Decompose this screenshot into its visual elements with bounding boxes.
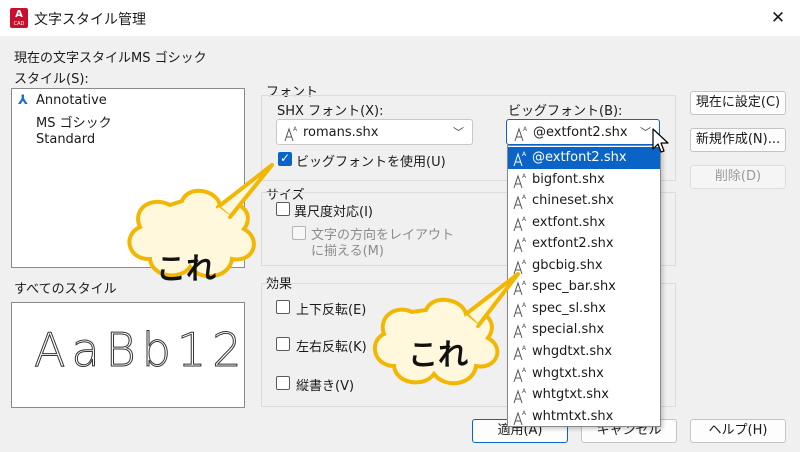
font-file-icon: A <box>513 237 527 253</box>
font-file-icon: A <box>513 151 527 167</box>
dropdown-option[interactable]: Awhgdtxt.shx <box>508 341 660 363</box>
match-orientation-label-2: に揃える(M) <box>311 244 384 259</box>
match-orientation-checkbox[interactable] <box>292 226 306 240</box>
dropdown-option[interactable]: Aextfont2.shx <box>508 233 660 255</box>
vertical-checkbox[interactable] <box>276 376 290 390</box>
use-bigfont-label: ビッグフォントを使用(U) <box>296 155 446 170</box>
dropdown-option-label: bigfont.shx <box>532 171 605 187</box>
dropdown-option[interactable]: Awhtgtxt.shx <box>508 384 660 406</box>
backwards-checkbox[interactable] <box>276 337 290 351</box>
chevron-down-icon: ﹀ <box>640 126 651 139</box>
use-bigfont-checkbox[interactable] <box>278 151 292 166</box>
svg-text:A: A <box>522 151 527 158</box>
upside-down-label: 上下反転(E) <box>296 303 367 318</box>
style-item-standard[interactable]: Standard <box>36 132 95 147</box>
annotative-label: 異尺度対応(I) <box>294 205 373 220</box>
help-button[interactable]: ヘルプ(H) <box>690 419 786 443</box>
dropdown-option-label: chineset.shx <box>532 193 614 209</box>
preview-box: AaBb12J <box>11 302 245 408</box>
dropdown-option[interactable]: Aextfont.shx <box>508 212 660 234</box>
dropdown-option-label: special.shx <box>532 322 605 338</box>
font-file-icon: A <box>513 216 527 231</box>
bigfont-combo[interactable]: A @extfont2.shx ﹀ <box>506 119 660 145</box>
svg-text:A: A <box>522 410 527 417</box>
dropdown-option-label: spec_bar.shx <box>532 279 616 295</box>
set-current-button[interactable]: 現在に設定(C) <box>690 91 786 115</box>
dropdown-option[interactable]: Abigfont.shx <box>508 169 660 191</box>
dropdown-option-label: whgdtxt.shx <box>532 343 613 359</box>
svg-text:A: A <box>522 194 527 201</box>
style-item-ms-gothic[interactable]: MS ゴシック <box>36 112 112 131</box>
upside-down-checkbox[interactable] <box>276 300 290 314</box>
shx-font-combo[interactable]: A romans.shx ﹀ <box>276 119 473 145</box>
callout-left-text: これ <box>156 252 216 287</box>
dropdown-option-label: whgtxt.shx <box>532 365 604 381</box>
shx-font-value: romans.shx <box>303 125 379 140</box>
dropdown-option-label: whtgtxt.shx <box>532 387 609 403</box>
new-style-button[interactable]: 新規作成(N)... <box>690 128 786 152</box>
callout-right-text: これ <box>408 338 468 373</box>
bigfont-value: @extfont2.shx <box>533 125 628 140</box>
bigfont-icon: A <box>514 126 528 142</box>
style-item-label: Standard <box>36 132 96 147</box>
svg-text:A: A <box>293 126 298 133</box>
backwards-label: 左右反転(K) <box>296 340 367 355</box>
dropdown-option-label: extfont.shx <box>532 214 606 230</box>
dropdown-option[interactable]: A @extfont2.shx <box>508 147 660 169</box>
svg-text:A: A <box>522 237 527 244</box>
current-style-line: 現在の文字スタイルMS ゴシック <box>14 47 207 66</box>
app-icon: A CAD <box>10 8 28 28</box>
bigfont-dropdown-list[interactable]: A @extfont2.shx Abigfont.shx Achineset.shx A… <box>507 145 661 427</box>
svg-text:A: A <box>522 173 527 180</box>
style-filter-value[interactable]: すべてのスタイル <box>14 278 117 297</box>
dropdown-option[interactable]: Awhgtxt.shx <box>508 363 660 385</box>
preview-text: AaBb12J <box>33 323 245 378</box>
style-item-label: MS ゴシック <box>36 116 112 131</box>
app-icon-sub: CAD <box>13 21 25 27</box>
delete-button[interactable]: 削除(D) <box>690 165 786 189</box>
svg-text:A: A <box>522 216 527 223</box>
current-style-value: MS ゴシック <box>131 51 207 66</box>
dropdown-option-label: spec_sl.shx <box>532 300 606 316</box>
dropdown-option-label: extfont2.shx <box>532 236 614 252</box>
dropdown-option[interactable]: Aspecial.shx <box>508 319 660 341</box>
current-style-label: 現在の文字スタイル <box>14 51 132 66</box>
style-item-label: Annotative <box>36 93 107 108</box>
style-item-annotative[interactable]: ⅄ Annotative <box>18 93 107 108</box>
svg-text:A: A <box>523 126 528 133</box>
dropdown-option[interactable]: Achineset.shx <box>508 190 660 212</box>
annotative-icon: ⅄ <box>18 93 28 108</box>
bigfont-label: ビッグフォント(B): <box>508 104 623 119</box>
font-file-icon: A <box>513 194 527 210</box>
shx-font-label: SHX フォント(X): <box>277 104 384 119</box>
dropdown-option[interactable]: Awhtmtxt.shx <box>508 406 660 428</box>
font-file-icon: A <box>513 173 527 188</box>
dropdown-option-label: whtmtxt.shx <box>532 408 614 424</box>
close-icon[interactable]: ✕ <box>764 4 792 32</box>
chevron-down-icon: ﹀ <box>453 126 464 139</box>
svg-text:A: A <box>522 259 527 266</box>
window-title: 文字スタイル管理 <box>34 12 146 28</box>
shx-font-icon: A <box>284 126 298 142</box>
vertical-label: 縦書き(V) <box>296 379 355 394</box>
mouse-cursor-icon <box>652 128 669 153</box>
dropdown-option-label: gbcbig.shx <box>532 257 603 273</box>
dropdown-option-label: @extfont2.shx <box>532 150 627 165</box>
styles-label: スタイル(S): <box>14 72 89 87</box>
dropdown-option[interactable]: Agbcbig.shx <box>508 255 660 277</box>
dropdown-option[interactable]: Aspec_sl.shx <box>508 298 660 320</box>
dropdown-option[interactable]: Aspec_bar.shx <box>508 276 660 298</box>
app-icon-letter: A <box>15 9 23 20</box>
font-file-icon: A <box>513 410 527 425</box>
